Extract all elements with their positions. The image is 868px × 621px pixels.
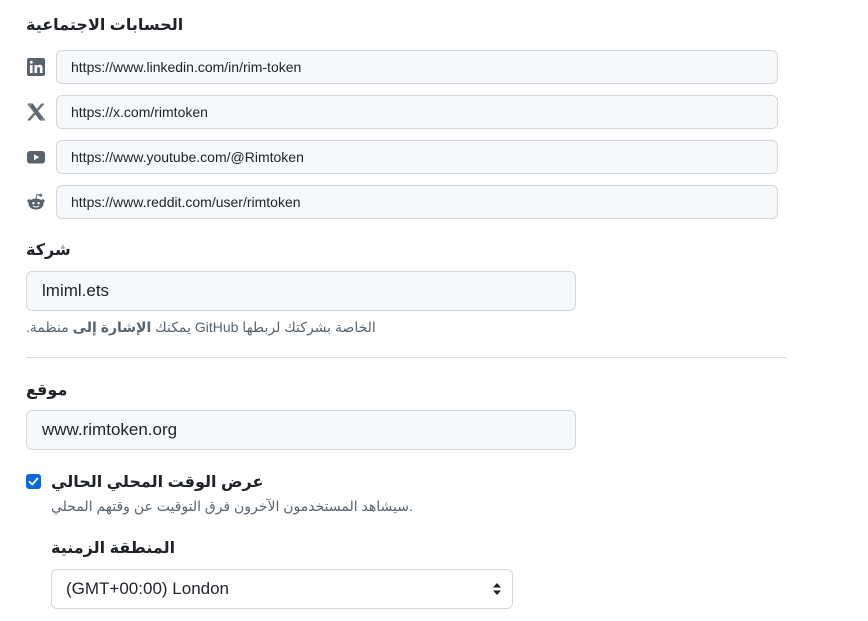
social-row-x [26, 95, 778, 129]
section-divider [26, 357, 786, 358]
x-url-input[interactable] [56, 95, 778, 129]
local-time-label[interactable]: عرض الوقت المحلي الحالي [51, 473, 263, 493]
social-accounts-heading: الحسابات الاجتماعية [26, 17, 184, 34]
social-row-linkedin [26, 50, 778, 84]
company-note-prefix: الخاصة بشركتك لربطها GitHub يمكنك [151, 319, 376, 335]
reddit-icon [26, 192, 46, 212]
company-label: شركة [26, 242, 71, 259]
company-input[interactable] [26, 271, 576, 311]
linkedin-url-input[interactable] [56, 50, 778, 84]
youtube-url-input[interactable] [56, 140, 778, 174]
checkmark-icon [28, 477, 39, 486]
youtube-icon [26, 147, 46, 167]
timezone-selected-value: (GMT+00:00) London [66, 579, 230, 598]
local-time-checkbox[interactable] [26, 474, 41, 489]
location-input[interactable] [26, 410, 576, 450]
company-note-link[interactable]: الإشارة إلى [73, 319, 152, 335]
timezone-label: المنطقة الزمنية [51, 540, 176, 557]
timezone-select[interactable]: (GMT+00:00) London [51, 569, 513, 609]
social-row-youtube [26, 140, 778, 174]
local-time-note: سيشاهد المستخدمون الآخرون فرق التوقيت عن… [51, 498, 413, 514]
company-note: الخاصة بشركتك لربطها GitHub يمكنك الإشار… [26, 318, 380, 336]
select-arrows-icon [493, 583, 501, 595]
social-row-reddit [26, 185, 778, 219]
company-note-suffix: منظمة. [26, 319, 73, 335]
x-icon [26, 102, 46, 122]
reddit-url-input[interactable] [56, 185, 778, 219]
location-label: موقع [26, 382, 68, 399]
linkedin-icon [26, 57, 46, 77]
